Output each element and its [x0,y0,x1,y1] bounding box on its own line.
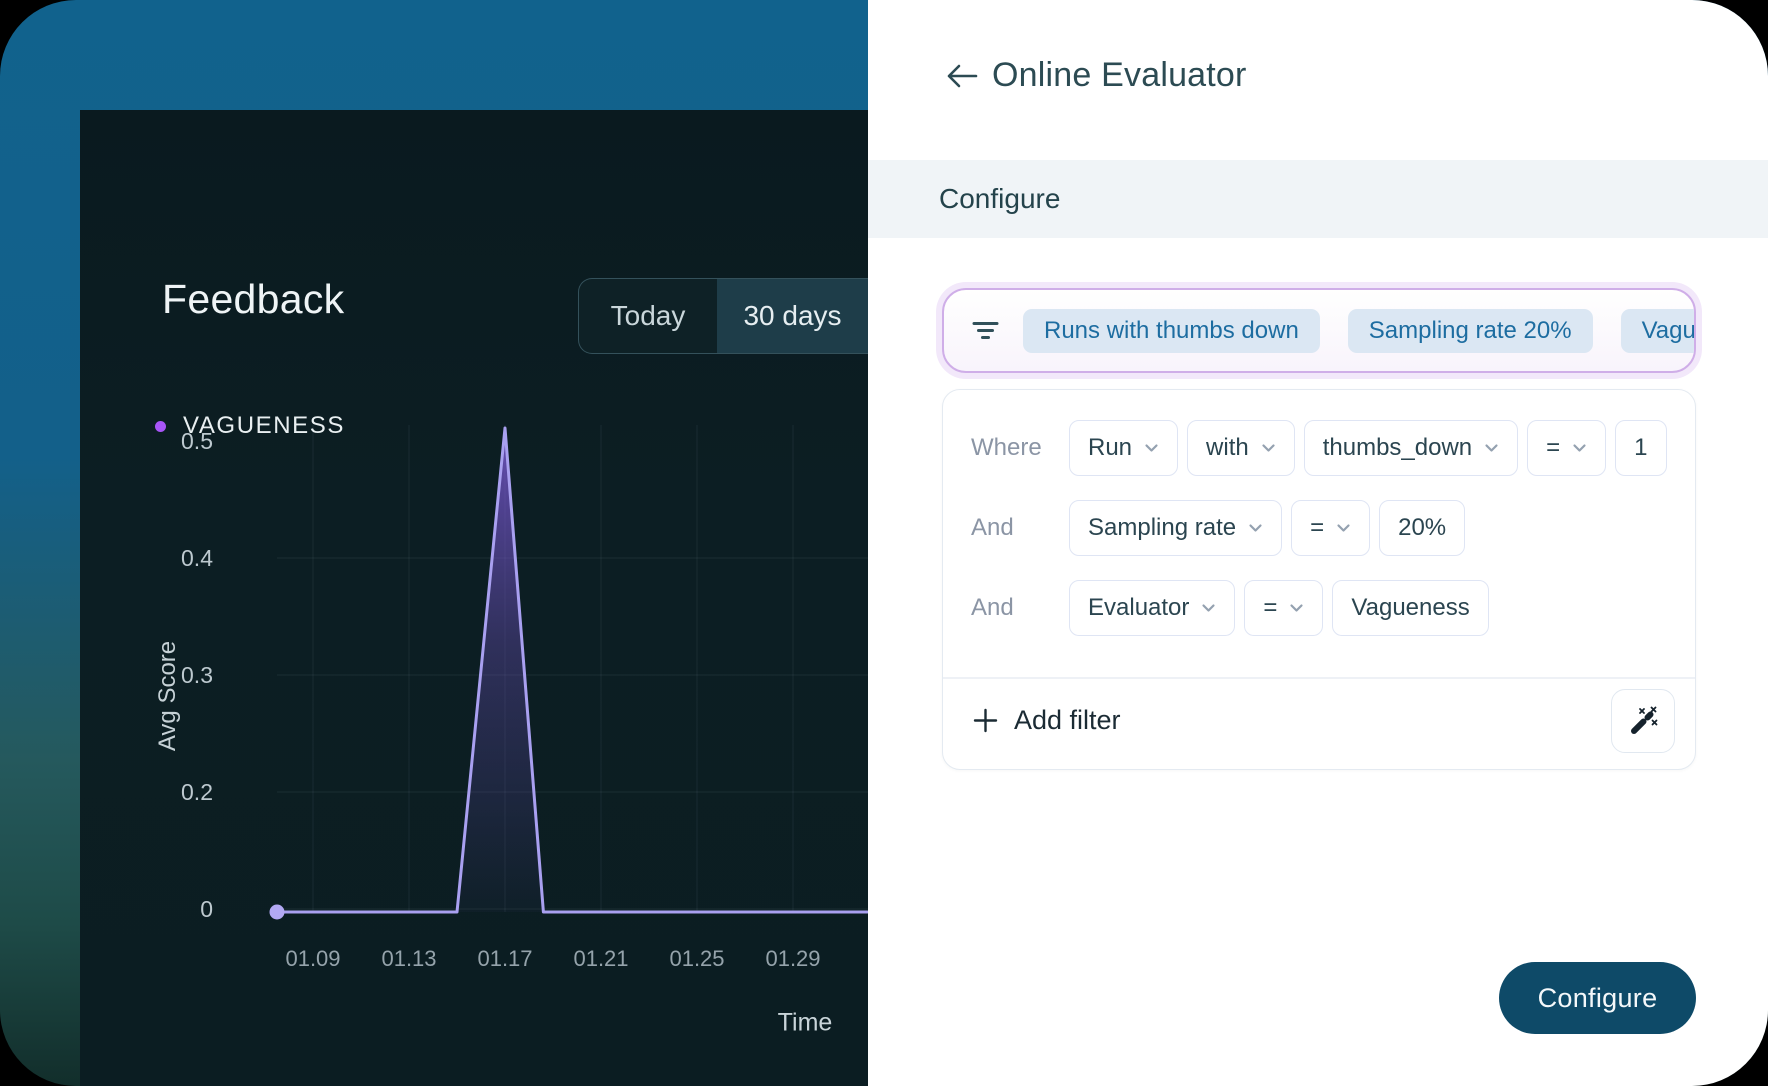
add-filter-button[interactable]: Add filter [973,689,1121,751]
online-evaluator-panel: Online Evaluator Configure Runs with thu… [868,0,1768,1086]
y-tick-label: 0.2 [181,779,213,805]
chevron-down-icon [1262,444,1275,452]
x-tick-label: 01.25 [669,946,725,971]
y-tick-label: 0.5 [181,428,213,454]
filter-select[interactable]: Sampling rate [1069,500,1283,556]
y-tick-label: 0.4 [181,545,213,571]
chevron-down-icon [1202,604,1215,612]
chevron-down-icon [1145,444,1158,452]
x-axis-title: Time [777,1008,833,1037]
back-arrow-icon[interactable] [945,62,979,90]
filter-field-label: = [1546,434,1561,461]
filter-field-label: = [1263,594,1278,621]
filter-row: And Evaluator = Vagueness [971,580,1498,636]
feedback-chart [269,425,868,920]
filter-field-label: Evaluator [1088,594,1190,621]
page-title: Online Evaluator [992,56,1247,94]
x-tick-label: 01.17 [477,946,533,971]
filter-chips: Runs with thumbs down Sampling rate 20% Va… [1023,308,1694,353]
filter-select[interactable]: = [1244,580,1324,636]
filter-select[interactable]: Evaluator [1069,580,1236,636]
magic-wand-icon [1628,706,1658,736]
chevron-down-icon [1337,524,1350,532]
filter-connector-label: And [971,514,1014,541]
filter-chip[interactable]: Vagueness [1620,308,1694,353]
chevron-down-icon [1290,604,1304,612]
filter-select[interactable]: = [1291,500,1371,556]
filter-card: Add filter Where Run with thumbs_down = 1 And S… [942,389,1696,770]
filter-field-label: with [1206,434,1249,461]
y-axis-title: Avg Score [154,640,181,752]
panel-header: Online Evaluator [945,56,1247,95]
filter-value-input[interactable]: Vagueness [1332,580,1489,636]
filter-chip[interactable]: Sampling rate 20% [1347,308,1593,353]
filter-row: And Sampling rate = 20% [971,500,1474,556]
chevron-down-icon [1485,444,1498,452]
filter-lines-icon [972,321,999,340]
magic-wand-button[interactable] [1611,689,1675,753]
filter-field-label: thumbs_down [1322,434,1473,461]
configure-section-header: Configure [868,160,1768,238]
filter-field-label: Vagueness [1351,594,1470,621]
filter-select[interactable]: thumbs_down [1303,420,1519,476]
filter-field-label: 20% [1398,514,1447,541]
x-tick-label: 01.09 [285,946,341,971]
chevron-down-icon [1573,444,1586,452]
add-filter-label: Add filter [1014,704,1121,735]
filter-value-input[interactable]: 20% [1379,500,1466,556]
filter-chip[interactable]: Runs with thumbs down [1023,308,1320,353]
x-tick-label: 01.29 [765,946,821,971]
plus-icon [973,708,998,733]
x-tick-label: 01.21 [573,946,629,971]
filter-field-label: = [1310,514,1325,541]
filter-field-label: 1 [1634,434,1648,461]
filter-select[interactable]: with [1187,420,1295,476]
chevron-down-icon [1249,524,1262,532]
y-tick-label: 0 [200,896,213,922]
filter-select[interactable]: Run [1069,420,1179,476]
app-window: Feedback VAGUENESS Today 30 days Avg Scor… [0,0,1768,1086]
card-divider [943,677,1695,679]
configure-button[interactable]: Configure [1499,962,1696,1034]
filter-field-label: Run [1088,434,1133,461]
filter-summary-bar[interactable]: Runs with thumbs down Sampling rate 20% Va… [942,288,1696,373]
x-tick-label: 01.13 [381,946,437,971]
filter-value-input[interactable]: 1 [1615,420,1667,476]
filter-connector-label: And [971,594,1014,621]
y-tick-label: 0.3 [181,662,213,688]
filter-row: Where Run with thumbs_down = 1 [971,420,1676,476]
feedback-chart-panel: Feedback VAGUENESS Today 30 days Avg Scor… [80,110,868,1086]
filter-select[interactable]: = [1527,420,1607,476]
filter-connector-label: Where [971,434,1042,461]
filter-field-label: Sampling rate [1088,514,1237,541]
